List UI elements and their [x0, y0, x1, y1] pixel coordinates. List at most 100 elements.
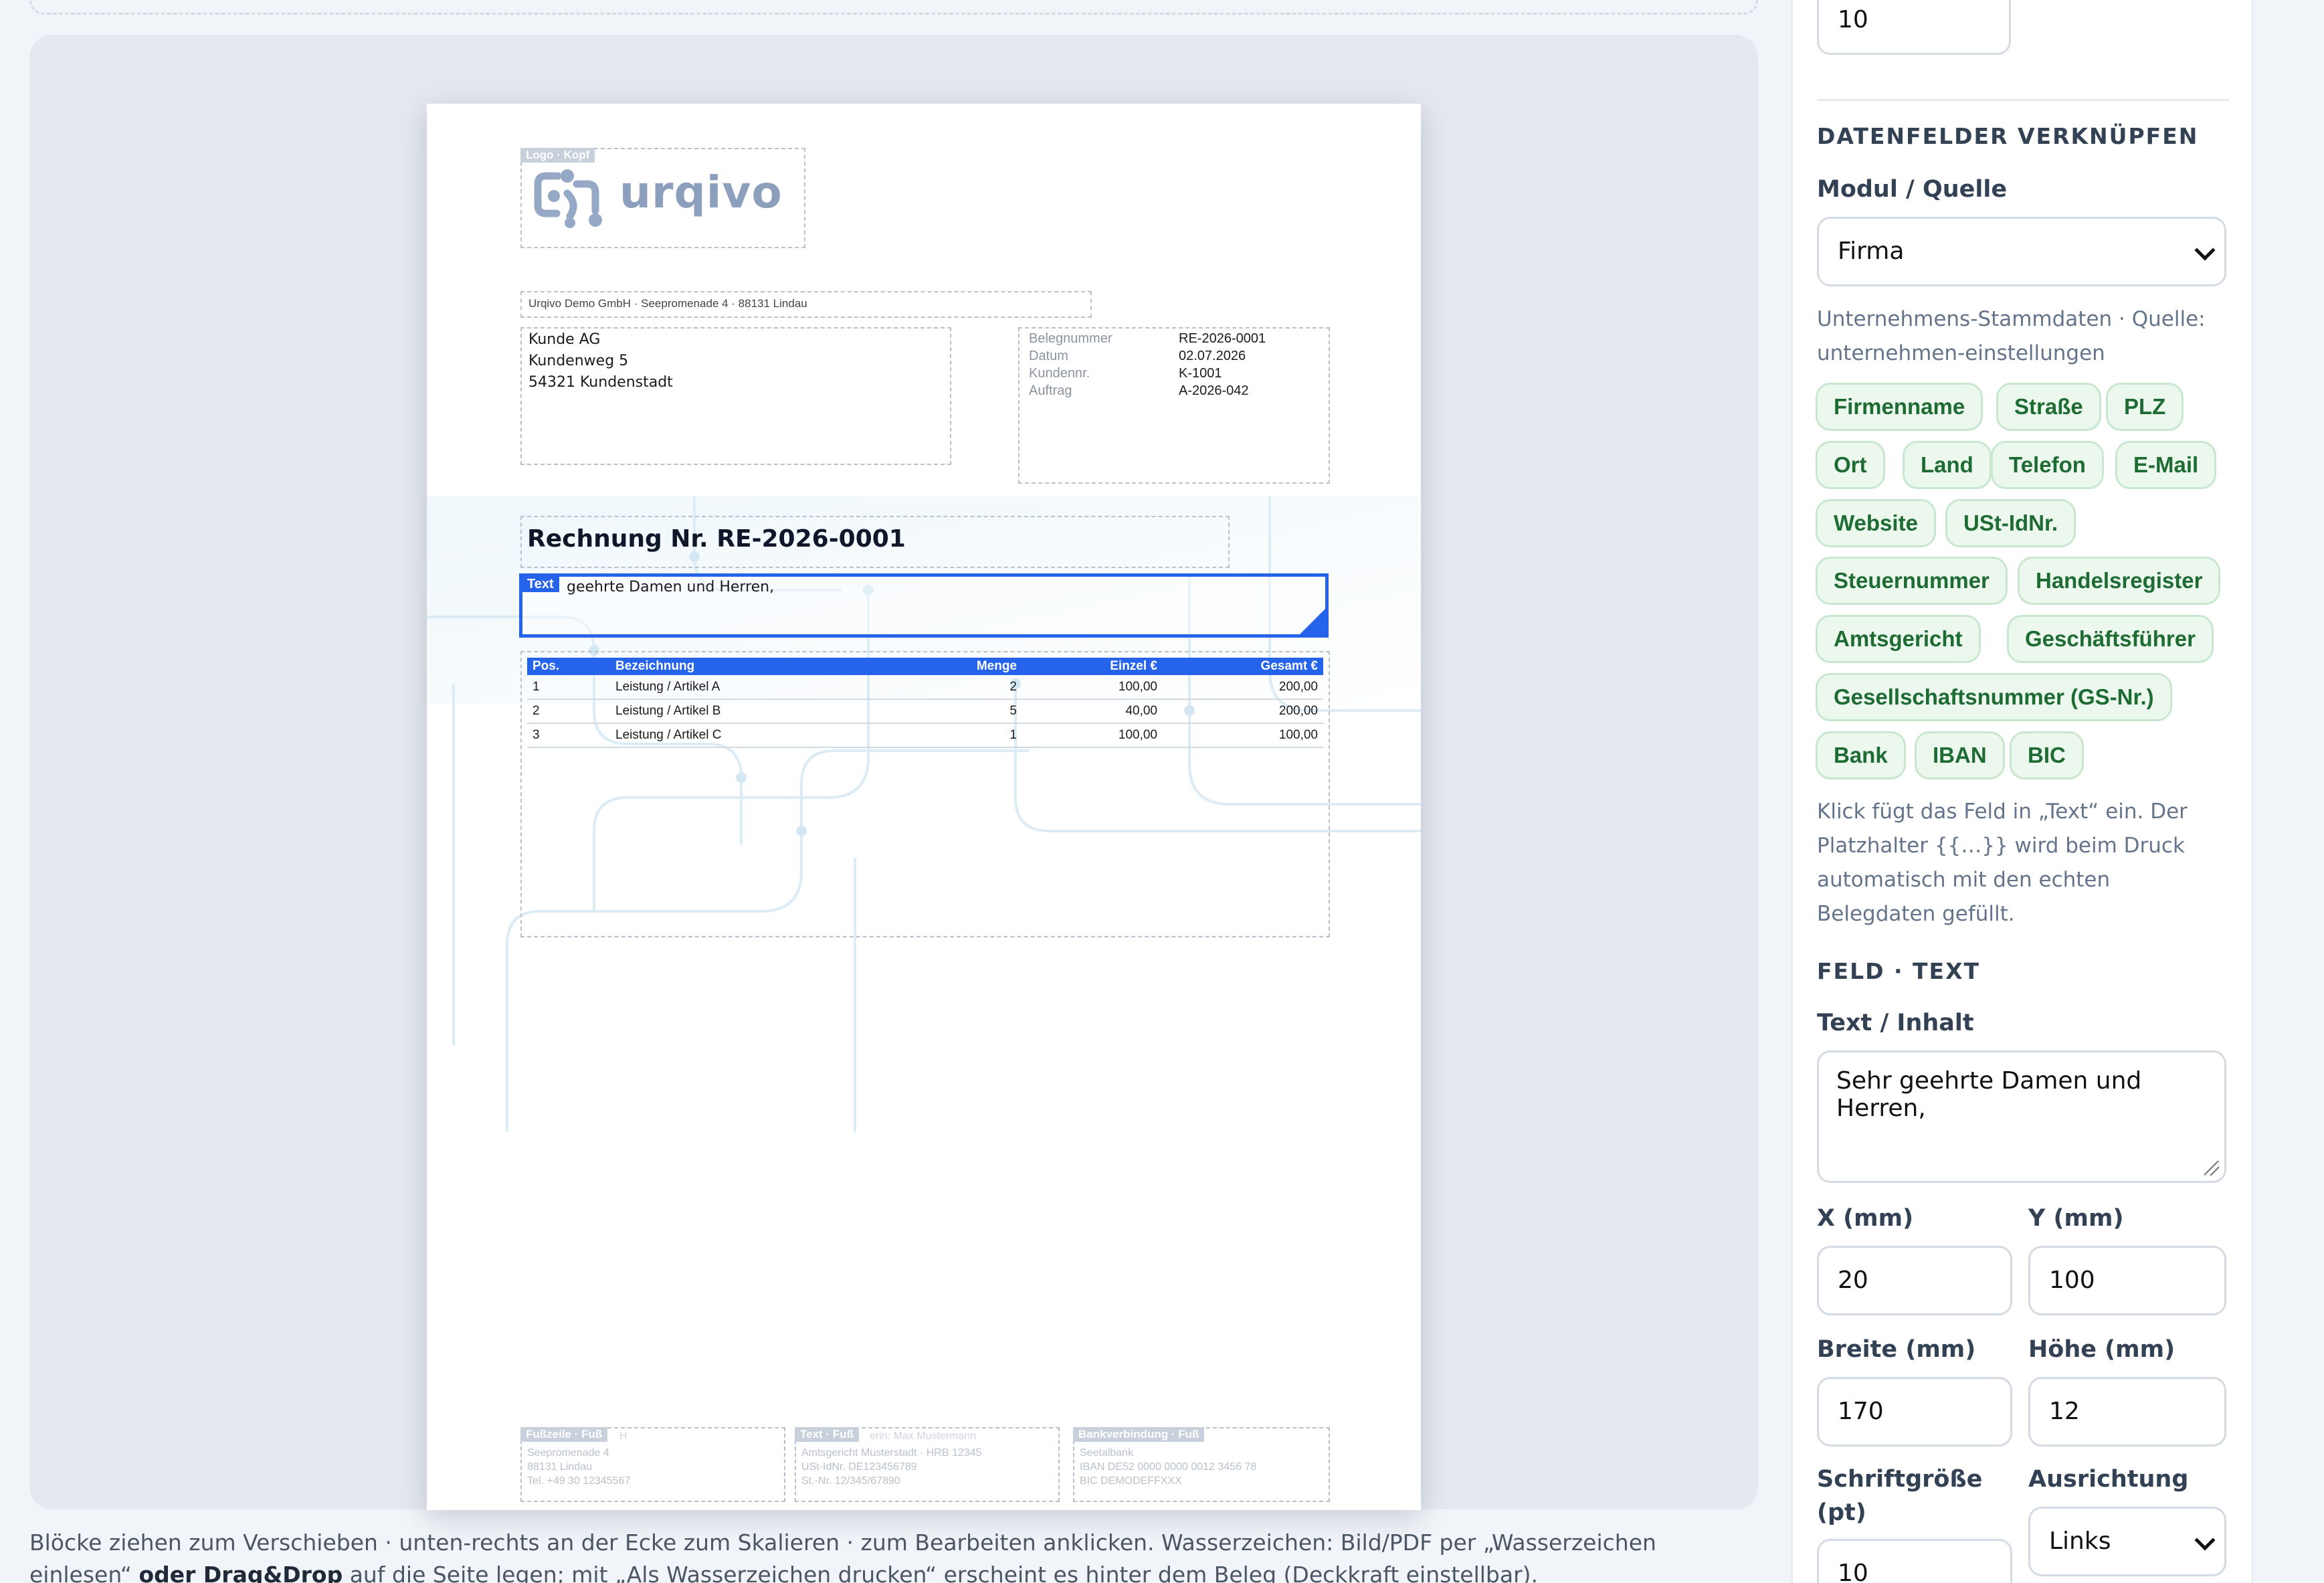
table-cell: 2 [527, 699, 610, 724]
section-heading-field-text: FELD · TEXT [1817, 958, 1981, 984]
footer-title: erin: Max Mustermann [870, 1430, 977, 1442]
chip-plz[interactable]: PLZ [2106, 383, 2184, 431]
line-items-table: Pos. Bezeichnung Menge Einzel € Gesamt €… [527, 658, 1323, 748]
invoice-title: Rechnung Nr. RE-2026-0001 [527, 525, 906, 553]
width-input[interactable]: 170 [1817, 1377, 2012, 1447]
footer-lines: Seetalbank IBAN DE52 0000 0000 0012 3456… [1080, 1446, 1256, 1488]
module-source-select[interactable]: Firma [1817, 217, 2226, 286]
table-cell: 1 [929, 723, 1022, 748]
meta-row: Auftrag A-2026-042 [1029, 383, 1323, 399]
chip-email[interactable]: E-Mail [2115, 441, 2217, 489]
chip-website[interactable]: Website [1816, 499, 1936, 547]
chip-land[interactable]: Land [1903, 441, 1992, 489]
address-line: 54321 Kundenstadt [528, 374, 673, 391]
chevron-down-icon [2194, 1529, 2216, 1551]
alignment-value: Links [2049, 1527, 2111, 1555]
hint-text-2: auf die Seite legen; mit „Als Wasserzeic… [349, 1562, 1539, 1583]
chip-bic[interactable]: BIC [2010, 731, 2084, 779]
chip-iban[interactable]: IBAN [1915, 731, 2005, 779]
editor-hint: Blöcke ziehen zum Verschieben · unten-re… [29, 1527, 1758, 1583]
chip-telefon[interactable]: Telefon [1991, 441, 2104, 489]
footer-line: IBAN DE52 0000 0000 0012 3456 78 [1080, 1461, 1257, 1473]
table-cell: 100,00 [1022, 723, 1163, 748]
address-line: Kundenweg 5 [528, 353, 629, 369]
table-cell: 5 [929, 699, 1022, 724]
chip-amtsgericht[interactable]: Amtsgericht [1816, 615, 1981, 663]
chip-geschaeftsfuehrer[interactable]: Geschäftsführer [2007, 615, 2214, 663]
resize-handle[interactable] [1299, 608, 1326, 635]
text-content-label: Text / Inhalt [1817, 1010, 1974, 1036]
font-size-input[interactable]: 10 [1817, 1539, 2012, 1583]
document-meta-block[interactable]: Belegnummer RE-2026-0001 Datum 02.07.202… [1018, 327, 1330, 484]
table-cell: Leistung / Artikel C [610, 723, 929, 748]
footer-block-tag: Bankverbindung · Fuß [1073, 1427, 1205, 1442]
hint-bold: oder Drag&Drop [138, 1562, 343, 1583]
address-line: Kunde AG [528, 331, 601, 348]
chip-strasse[interactable]: Straße [1996, 383, 2101, 431]
x-input[interactable]: 20 [1817, 1246, 2012, 1315]
chip-firmenname[interactable]: Firmenname [1816, 383, 1983, 431]
y-label: Y (mm) [2028, 1205, 2124, 1232]
footer-line: St.-Nr. 12/345/67890 [801, 1475, 900, 1487]
meta-key: Datum [1029, 349, 1068, 363]
sender-line-text: Urqivo Demo GmbH · Seepromenade 4 · 8813… [528, 297, 807, 310]
document-page[interactable]: Logo · Kopf urqivo Urqivo Demo GmbH · Se… [427, 104, 1421, 1510]
resize-grip-icon[interactable] [2204, 1161, 2219, 1176]
meta-key: Kundennr. [1029, 366, 1090, 381]
column-header: Bezeichnung [610, 658, 929, 675]
meta-value: 02.07.2026 [1179, 349, 1246, 363]
table-row: 3 Leistung / Artikel C 1 100,00 100,00 [527, 723, 1323, 748]
table-cell: 40,00 [1022, 699, 1163, 724]
footer-line: Seepromenade 4 [527, 1447, 609, 1459]
chip-steuernummer[interactable]: Steuernummer [1816, 557, 2008, 605]
section-heading-data-fields: DATENFELDER VERKNÜPFEN [1817, 123, 2199, 149]
table-cell: 200,00 [1163, 675, 1323, 700]
footer-block-company[interactable]: H Fußzeile · Fuß Seepromenade 4 88131 Li… [520, 1427, 785, 1502]
design-canvas[interactable]: Logo · Kopf urqivo Urqivo Demo GmbH · Se… [29, 35, 1758, 1510]
text-content-textarea[interactable]: Sehr geehrte Damen und Herren, [1817, 1050, 2226, 1183]
footer-line: USt-IdNr. DE123456789 [801, 1461, 917, 1473]
invoice-title-block[interactable]: Rechnung Nr. RE-2026-0001 [520, 516, 1230, 568]
chip-bank[interactable]: Bank [1816, 731, 1906, 779]
footer-line: 88131 Lindau [527, 1461, 592, 1473]
recipient-address-block[interactable]: Kunde AG Kundenweg 5 54321 Kundenstadt [520, 327, 951, 465]
meta-row: Kundennr. K-1001 [1029, 366, 1323, 382]
meta-key: Auftrag [1029, 383, 1072, 398]
footer-block-legal[interactable]: erin: Max Mustermann Text · Fuß Amtsgeri… [795, 1427, 1060, 1502]
table-cell: 100,00 [1163, 723, 1323, 748]
table-header-row: Pos. Bezeichnung Menge Einzel € Gesamt € [527, 658, 1323, 675]
selected-text-block[interactable]: Text geehrte Damen und Herren, [519, 573, 1329, 638]
column-header: Gesamt € [1163, 658, 1323, 675]
panel-divider [1817, 99, 2229, 101]
logo-block[interactable]: Logo · Kopf urqivo [520, 148, 805, 248]
column-header: Pos. [527, 658, 610, 675]
font-size-label: Schriftgröße (pt) [1817, 1466, 1983, 1526]
chip-handelsregister[interactable]: Handelsregister [2018, 557, 2221, 605]
chip-ust-idnr[interactable]: USt-IdNr. [1945, 499, 2076, 547]
y-input[interactable]: 100 [2028, 1246, 2226, 1315]
footer-line: Tel. +49 30 12345567 [527, 1475, 631, 1487]
module-source-value: Firma [1838, 238, 1905, 265]
table-cell: Leistung / Artikel B [610, 699, 929, 724]
meta-row: Datum 02.07.2026 [1029, 349, 1323, 365]
footer-lines: Seepromenade 4 88131 Lindau Tel. +49 30 … [527, 1446, 630, 1488]
footer-block-tag: Text · Fuß [795, 1427, 859, 1442]
footer-title: H [619, 1430, 627, 1442]
top-value-input[interactable]: 10 [1817, 0, 2011, 55]
meta-value: A-2026-042 [1179, 383, 1249, 398]
chip-ort[interactable]: Ort [1816, 441, 1885, 489]
table-cell: 1 [527, 675, 610, 700]
line-items-block[interactable]: Pos. Bezeichnung Menge Einzel € Gesamt €… [520, 651, 1330, 937]
sender-line-block[interactable]: Urqivo Demo GmbH · Seepromenade 4 · 8813… [520, 291, 1092, 318]
text-content-value: Sehr geehrte Damen und Herren, [1836, 1067, 2142, 1122]
meta-value: RE-2026-0001 [1179, 331, 1266, 346]
text-block-tag: Text [522, 576, 559, 592]
footer-lines: Amtsgericht Musterstadt · HRB 12345 USt-… [801, 1446, 981, 1488]
chip-hint-text: Klick fügt das Feld in „Text“ ein. Der P… [1817, 800, 2188, 926]
footer-line: BIC DEMODEFFXXX [1080, 1475, 1182, 1487]
previous-block-strip [29, 0, 1758, 15]
chip-gesellschaftsnummer[interactable]: Gesellschaftsnummer (GS-Nr.) [1816, 673, 2172, 721]
alignment-select[interactable]: Links [2028, 1507, 2226, 1576]
footer-block-bank[interactable]: Bankverbindung · Fuß Seetalbank IBAN DE5… [1073, 1427, 1330, 1502]
height-input[interactable]: 12 [2028, 1377, 2226, 1447]
